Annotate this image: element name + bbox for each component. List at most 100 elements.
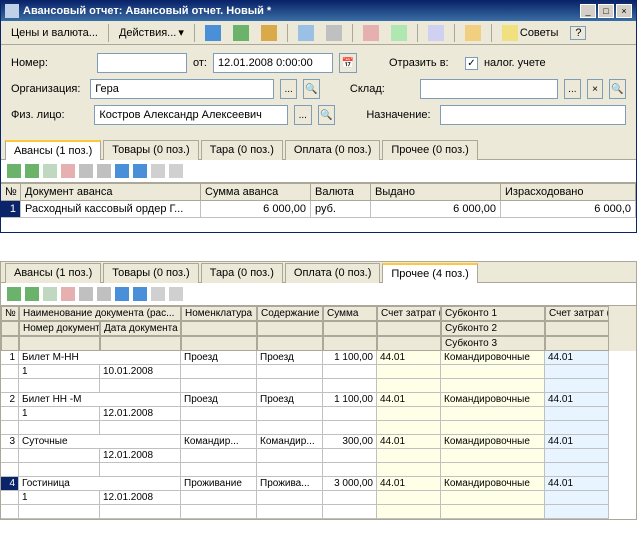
- g2h-num[interactable]: №: [1, 306, 19, 321]
- grid2-row-sub[interactable]: 12.01.2008: [1, 449, 636, 463]
- tab-tare[interactable]: Тара (0 поз.): [201, 140, 283, 160]
- g2-add-icon[interactable]: [7, 287, 21, 301]
- org-select-button[interactable]: ...: [280, 79, 297, 99]
- row-edit-icon[interactable]: [43, 164, 57, 178]
- row-up-icon[interactable]: [115, 164, 129, 178]
- gh-cur[interactable]: Валюта: [311, 184, 371, 200]
- grid2-row[interactable]: 3СуточныеКомандир...Командир...300,0044.…: [1, 435, 636, 449]
- row-sort-icon[interactable]: [151, 164, 165, 178]
- main-window: Авансовый отчет: Авансовый отчет. Новый …: [0, 0, 637, 233]
- toolbar-refresh-icon[interactable]: [255, 23, 283, 43]
- grid2-row-sub[interactable]: [1, 421, 636, 435]
- org-input[interactable]: [90, 79, 274, 99]
- g2-edit-icon[interactable]: [43, 287, 57, 301]
- grid2-row-sub[interactable]: 112.01.2008: [1, 407, 636, 421]
- g2h-docnum[interactable]: Номер документа: [19, 321, 100, 336]
- org-search-button[interactable]: 🔍: [303, 79, 320, 99]
- toolbar-dt-icon[interactable]: [357, 23, 385, 43]
- row-movedown-icon[interactable]: [97, 164, 111, 178]
- grid2-row[interactable]: 1Билет М-ННПроездПроезд1 100,0044.01Кома…: [1, 351, 636, 365]
- g2h-bu[interactable]: Счет затрат (БУ): [377, 306, 441, 321]
- row-sort2-icon[interactable]: [169, 164, 183, 178]
- g2-addcopy-icon[interactable]: [25, 287, 39, 301]
- g2h-sum[interactable]: Сумма: [323, 306, 377, 321]
- g2-down-icon[interactable]: [133, 287, 147, 301]
- maximize-button[interactable]: □: [598, 4, 614, 18]
- grid2-row-sub[interactable]: [1, 463, 636, 477]
- toolbar-kt-icon[interactable]: [385, 23, 413, 43]
- row-add-icon[interactable]: [7, 164, 21, 178]
- g2c-name: Гостиница: [19, 477, 181, 491]
- help-button[interactable]: ?: [564, 24, 592, 42]
- warehouse-input[interactable]: [420, 79, 558, 99]
- tab-other[interactable]: Прочее (0 поз.): [382, 140, 477, 160]
- g2h-docname[interactable]: Наименование документа (рас...: [19, 306, 181, 321]
- reflect-label: Отразить в:: [389, 57, 459, 69]
- gh-num[interactable]: №: [1, 184, 21, 200]
- toolbar-tree-icon[interactable]: [422, 23, 450, 43]
- tips-button[interactable]: Советы: [496, 23, 564, 43]
- purpose-input[interactable]: [440, 105, 626, 125]
- g2h-sub1[interactable]: Субконто 1: [441, 306, 545, 321]
- row-delete-icon[interactable]: [61, 164, 75, 178]
- tab2-goods[interactable]: Товары (0 поз.): [103, 263, 198, 283]
- g2-moveup-icon[interactable]: [79, 287, 93, 301]
- tab-goods[interactable]: Товары (0 поз.): [103, 140, 198, 160]
- close-button[interactable]: ×: [616, 4, 632, 18]
- row-addcopy-icon[interactable]: [25, 164, 39, 178]
- person-search-button[interactable]: 🔍: [318, 105, 335, 125]
- g2c-docdate: 12.01.2008: [100, 449, 181, 463]
- tab2-payment[interactable]: Оплата (0 поз.): [285, 263, 380, 283]
- g2c-docdate: 10.01.2008: [100, 365, 181, 379]
- currency-button[interactable]: Цены и валюта...: [5, 25, 104, 41]
- actions-dropdown[interactable]: Действия... ▾: [113, 24, 190, 41]
- number-input[interactable]: [97, 53, 187, 73]
- minimize-button[interactable]: _: [580, 4, 596, 18]
- date-picker-button[interactable]: 📅: [339, 53, 357, 73]
- gh-spent[interactable]: Израсходовано: [501, 184, 636, 200]
- toolbar-list-icon[interactable]: [320, 23, 348, 43]
- grid-row[interactable]: 1 Расходный кассовый ордер Г... 6 000,00…: [1, 201, 636, 218]
- row-down-icon[interactable]: [133, 164, 147, 178]
- gh-issued[interactable]: Выдано: [371, 184, 501, 200]
- grid2-row-sub[interactable]: 110.01.2008: [1, 365, 636, 379]
- toolbar-structure-icon[interactable]: [459, 23, 487, 43]
- tab-advances[interactable]: Авансы (1 поз.): [5, 140, 101, 160]
- g2-up-icon[interactable]: [115, 287, 129, 301]
- grid2-row-sub[interactable]: [1, 379, 636, 393]
- tab2-other[interactable]: Прочее (4 поз.): [382, 263, 477, 283]
- grid2-row-sub[interactable]: [1, 505, 636, 519]
- gh-sum[interactable]: Сумма аванса: [201, 184, 311, 200]
- warehouse-select-button[interactable]: ...: [564, 79, 581, 99]
- grid2-row[interactable]: 4ГостиницаПроживаниеПрожива...3 000,0044…: [1, 477, 636, 491]
- g2-delete-icon[interactable]: [61, 287, 75, 301]
- tab2-tare[interactable]: Тара (0 поз.): [201, 263, 283, 283]
- tax-checkbox[interactable]: ✓: [465, 57, 478, 70]
- g2-sort2-icon[interactable]: [169, 287, 183, 301]
- toolbar-copy-icon[interactable]: [292, 23, 320, 43]
- g2h-nomen[interactable]: Номенклатура: [181, 306, 257, 321]
- g2-movedown-icon[interactable]: [97, 287, 111, 301]
- gc-num: 1: [1, 201, 21, 217]
- g2h-nu[interactable]: Счет затрат (НУ): [545, 306, 609, 321]
- g2c-name: Суточные: [19, 435, 181, 449]
- warehouse-clear-button[interactable]: ×: [587, 79, 604, 99]
- row-moveup-icon[interactable]: [79, 164, 93, 178]
- g2h-sub2[interactable]: Субконто 2: [441, 321, 545, 336]
- grid2-row-sub[interactable]: 112.01.2008: [1, 491, 636, 505]
- toolbar-save-icon[interactable]: [227, 23, 255, 43]
- warehouse-search-button[interactable]: 🔍: [609, 79, 626, 99]
- g2h-docdate[interactable]: Дата документа: [100, 321, 181, 336]
- date-input[interactable]: [213, 53, 333, 73]
- g2c-nomen: Проживание: [181, 477, 257, 491]
- toolbar-add-icon[interactable]: [199, 23, 227, 43]
- g2h-content[interactable]: Содержание: [257, 306, 323, 321]
- tab-payment[interactable]: Оплата (0 поз.): [285, 140, 380, 160]
- person-input[interactable]: [94, 105, 288, 125]
- g2-sort-icon[interactable]: [151, 287, 165, 301]
- person-select-button[interactable]: ...: [294, 105, 311, 125]
- tab2-advances[interactable]: Авансы (1 поз.): [5, 263, 101, 283]
- g2h-sub3[interactable]: Субконто 3: [441, 336, 545, 351]
- grid2-row[interactable]: 2Билет НН -МПроездПроезд1 100,0044.01Ком…: [1, 393, 636, 407]
- gh-doc[interactable]: Документ аванса: [21, 184, 201, 200]
